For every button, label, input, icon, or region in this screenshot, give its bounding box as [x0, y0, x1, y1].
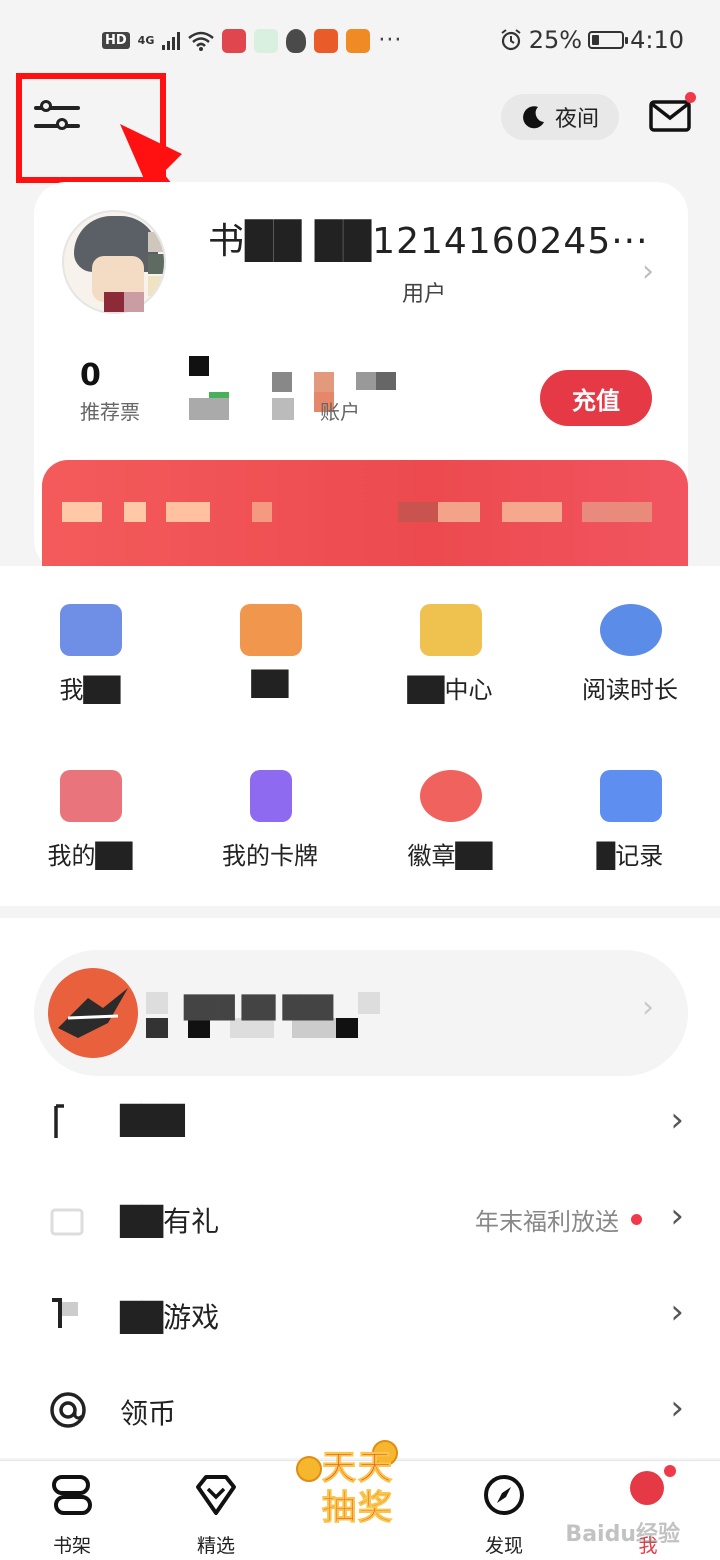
username[interactable]: 书██ ██1214160245··· — [208, 212, 649, 264]
chevron-right-icon: › — [670, 1388, 684, 1428]
signal-icon — [162, 31, 181, 50]
lottery-line-2: 抽奖 — [322, 1488, 394, 1529]
daily-lottery-button[interactable]: 天天 抽奖 — [292, 1440, 422, 1552]
bookshelf-icon — [52, 1475, 92, 1515]
alarm-icon — [501, 29, 521, 51]
profile-card[interactable]: 书██ ██1214160245··· 用户 › 0 推荐票 账户 充值 — [34, 182, 688, 572]
me-unread-dot — [664, 1465, 676, 1477]
nav-featured[interactable]: 精选 — [166, 1461, 266, 1560]
clock-time: 4:10 — [630, 26, 684, 54]
nav-discover[interactable]: 发现 — [454, 1461, 554, 1560]
app-icon-bamboo — [254, 28, 279, 53]
game-icon — [52, 1298, 78, 1328]
battery-icon — [588, 31, 629, 49]
list-item-label: 领币 — [120, 1397, 177, 1430]
battery-percent: 25% — [528, 26, 583, 54]
recommend-ticket-label: 推荐票 — [80, 400, 140, 424]
activity-banner-text: ███ ██ ███ — [184, 996, 334, 1021]
grid-item[interactable]: ██中心 — [360, 566, 540, 706]
network-type: 4G — [137, 34, 155, 47]
profile-chevron-icon[interactable]: › — [642, 254, 654, 289]
moon-icon — [523, 106, 544, 129]
status-left: HD 4G ··· — [102, 28, 402, 53]
grid-item[interactable]: ██ — [180, 566, 360, 706]
gift-icon — [50, 1208, 84, 1236]
grid-item-label: 徽章██ — [407, 842, 493, 870]
clock-icon — [600, 604, 662, 656]
chevron-right-icon: › — [670, 1292, 684, 1332]
diamond-icon — [196, 1475, 236, 1515]
activity-chevron-icon: › — [642, 990, 654, 1025]
grid-item[interactable]: 我██ — [0, 566, 180, 706]
hd-badge: HD — [102, 32, 130, 49]
grid-item-label: 阅读时长 — [582, 676, 678, 704]
blue-square-icon — [60, 604, 122, 656]
profile-icon — [630, 1471, 664, 1505]
night-mode-label: 夜间 — [554, 107, 599, 132]
grid-item[interactable]: 我的██ — [0, 732, 180, 872]
coin-at-icon — [50, 1392, 86, 1428]
chevron-right-icon: › — [670, 1196, 684, 1236]
yellow-square-icon — [420, 604, 482, 656]
lottery-line-1: 天天 — [322, 1448, 394, 1489]
activity-figure-icon — [58, 988, 128, 1038]
more-notifications-icon: ··· — [378, 28, 403, 53]
watermark: Baidu经验 — [565, 1522, 680, 1547]
grid-item[interactable]: 阅读时长 — [540, 566, 720, 706]
status-bar: HD 4G ··· 25% 4:10 — [0, 0, 720, 84]
nav-label: 发现 — [484, 1535, 523, 1557]
chevron-right-icon: › — [670, 1100, 684, 1140]
wifi-icon — [188, 31, 215, 51]
compass-icon — [484, 1475, 524, 1515]
list-item-label: ███ — [120, 1104, 185, 1137]
menu-list: ███ ██ ███ › ███ › ██有礼 年末福利放送 › ██游戏 › … — [0, 918, 720, 1458]
card-icon — [250, 770, 292, 822]
pink-square-icon — [60, 770, 122, 822]
grid-item[interactable]: 我的卡牌 — [180, 732, 360, 872]
grid-item[interactable]: 徽章██ — [360, 732, 540, 872]
app-icon-uc — [346, 28, 371, 53]
list-item-label: ██游戏 — [120, 1301, 220, 1334]
hint-red-dot — [631, 1214, 642, 1225]
list-item-label: ██有礼 — [120, 1205, 220, 1238]
recommend-ticket-count[interactable]: 0 — [80, 358, 101, 393]
account-label: 账户 — [320, 400, 360, 424]
shield-icon — [600, 770, 662, 822]
nav-label: 书架 — [52, 1535, 91, 1557]
lottery-text: 天天 抽奖 — [310, 1448, 406, 1529]
mail-icon — [649, 100, 691, 132]
recharge-button[interactable]: 充值 — [540, 370, 652, 426]
grid-item-label: 我的卡牌 — [222, 842, 318, 870]
activity-avatar — [48, 968, 138, 1058]
grid-item-label: 我██ — [59, 676, 121, 704]
list-item-gift[interactable]: ██有礼 年末福利放送 › — [0, 1172, 720, 1268]
feature-grid: 我██ ██ ██中心 阅读时长我的██ 我的卡牌 徽章██ █记录 — [0, 566, 720, 906]
book-icon — [54, 1104, 64, 1138]
app-icon-store — [314, 28, 339, 53]
night-mode-button[interactable]: 夜间 — [501, 94, 619, 140]
app-icon-qq — [286, 28, 307, 53]
welfare-hint-text: 年末福利放送 — [475, 1208, 619, 1236]
grid-item-label: 我的██ — [47, 842, 133, 870]
grid-item-label: ██ — [251, 670, 289, 698]
list-item-games[interactable]: ██游戏 › — [0, 1268, 720, 1364]
medal-icon — [420, 770, 482, 822]
grid-item-label: ██中心 — [407, 676, 493, 704]
message-unread-dot — [685, 92, 696, 103]
orange-square-icon — [240, 604, 302, 656]
grid-item[interactable]: █记录 — [540, 732, 720, 872]
grid-item-label: █记录 — [596, 842, 664, 870]
nav-label: 精选 — [196, 1535, 235, 1557]
welfare-hint: 年末福利放送 — [475, 1202, 642, 1237]
status-right: 25% 4:10 — [499, 26, 684, 54]
app-icon-reader — [222, 28, 247, 53]
promo-banner[interactable] — [42, 460, 688, 568]
nav-bookshelf[interactable]: 书架 — [22, 1461, 122, 1560]
activity-banner[interactable]: ███ ██ ███ › — [34, 950, 688, 1076]
user-tag: 用户 — [402, 282, 447, 307]
list-item-bookstore[interactable]: ███ › — [0, 1076, 720, 1172]
messages-button[interactable] — [648, 92, 696, 134]
